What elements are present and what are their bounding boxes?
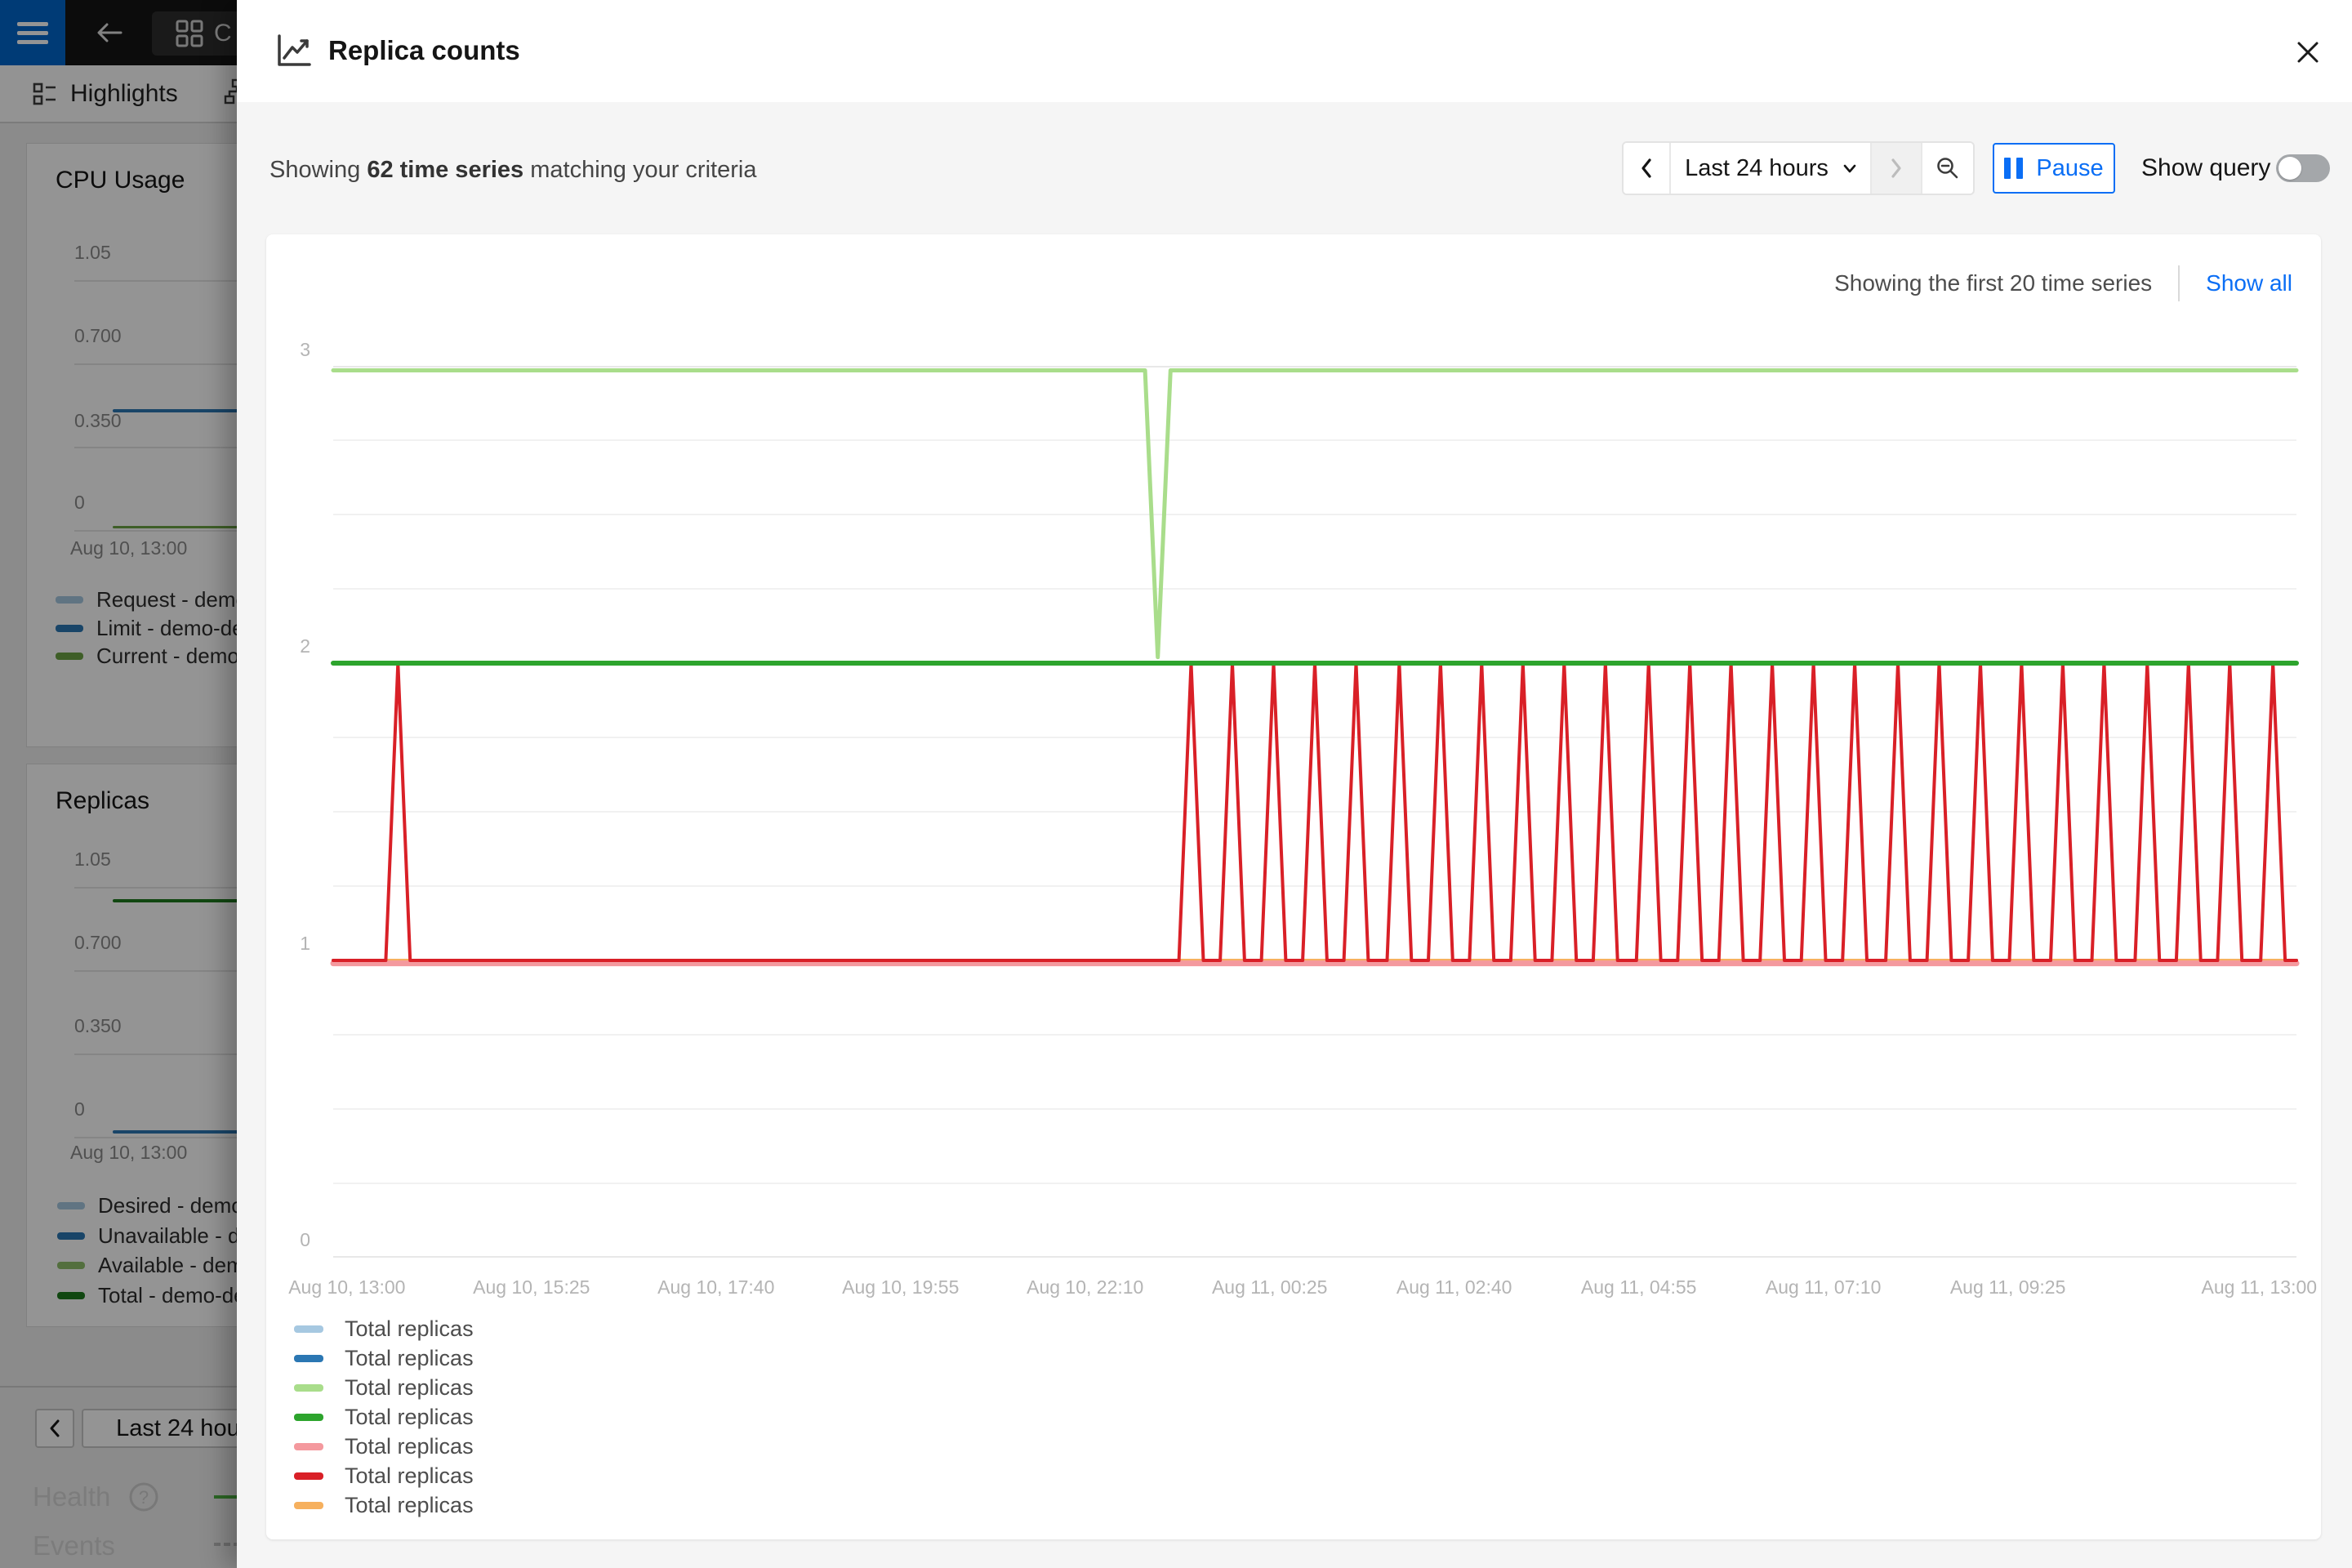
close-button[interactable] xyxy=(2288,33,2328,72)
series-count-text: Showing 62 time series matching your cri… xyxy=(270,157,756,184)
drawer-title: Replica counts xyxy=(328,35,520,66)
close-icon xyxy=(2294,38,2322,66)
legend-swatch xyxy=(294,1384,323,1392)
x-axis-tick: Aug 11, 09:25 xyxy=(1950,1276,2066,1298)
legend-label: Total replicas xyxy=(345,1434,474,1459)
time-range-control-group: Last 24 hours xyxy=(1622,141,1975,195)
time-back-button[interactable] xyxy=(1624,143,1671,194)
legend-label: Total replicas xyxy=(345,1375,474,1401)
x-axis-tick: Aug 10, 22:10 xyxy=(1027,1276,1143,1298)
legend-swatch xyxy=(294,1355,323,1362)
legend-label: Total replicas xyxy=(345,1405,474,1430)
legend-label: Total replicas xyxy=(345,1493,474,1518)
show-all-link[interactable]: Show all xyxy=(2206,270,2292,296)
chart-card: Showing the first 20 time series Show al… xyxy=(266,234,2321,1539)
x-axis-labels: Aug 10, 13:00Aug 10, 15:25Aug 10, 17:40A… xyxy=(333,1276,2296,1301)
legend-item[interactable]: Total replicas xyxy=(294,1461,474,1490)
x-axis-tick: Aug 11, 07:10 xyxy=(1766,1276,1882,1298)
y-axis-tick: 0 xyxy=(274,1229,310,1251)
legend-label: Total replicas xyxy=(345,1346,474,1371)
show-query-toggle[interactable] xyxy=(2276,154,2330,182)
chart-canvas xyxy=(333,366,2296,1258)
replica-counts-chart[interactable]: Aug 10, 13:00Aug 10, 15:25Aug 10, 17:40A… xyxy=(333,366,2296,1258)
x-axis-tick: Aug 10, 19:55 xyxy=(842,1276,959,1298)
line-chart-icon xyxy=(273,31,312,70)
legend-item[interactable]: Total replicas xyxy=(294,1314,474,1343)
x-axis-tick: Aug 10, 15:25 xyxy=(473,1276,590,1298)
legend-label: Total replicas xyxy=(345,1463,474,1489)
x-axis-tick: Aug 11, 02:40 xyxy=(1396,1276,1512,1298)
toggle-knob xyxy=(2278,157,2301,180)
legend-item[interactable]: Total replicas xyxy=(294,1373,474,1402)
legend-swatch xyxy=(294,1414,323,1421)
legend-item[interactable]: Total replicas xyxy=(294,1343,474,1373)
replica-counts-drawer: Replica counts Showing 62 time series ma… xyxy=(237,0,2352,1568)
screen: C Highlights xyxy=(0,0,2352,1568)
divider xyxy=(2178,265,2180,301)
chevron-left-icon xyxy=(1640,158,1653,179)
y-axis-tick: 1 xyxy=(274,933,310,955)
legend-item[interactable]: Total replicas xyxy=(294,1490,474,1520)
legend-label: Total replicas xyxy=(345,1316,474,1342)
y-axis-tick: 3 xyxy=(274,339,310,361)
y-axis-tick: 2 xyxy=(274,635,310,657)
legend-item[interactable]: Total replicas xyxy=(294,1432,474,1461)
caret-down-icon xyxy=(1843,164,1856,173)
x-axis-tick: Aug 10, 17:40 xyxy=(657,1276,774,1298)
x-axis-tick: Aug 11, 13:00 xyxy=(2202,1276,2318,1298)
legend-swatch xyxy=(294,1502,323,1509)
show-query-label: Show query xyxy=(2141,154,2270,182)
drawer-header: Replica counts xyxy=(237,0,2352,102)
time-range-dropdown[interactable]: Last 24 hours xyxy=(1671,143,1872,194)
first-20-series-text: Showing the first 20 time series xyxy=(1834,270,2152,296)
pause-button[interactable]: Pause xyxy=(1993,143,2115,194)
chevron-right-icon xyxy=(1890,158,1903,179)
pause-icon xyxy=(2004,158,2023,179)
zoom-out-icon xyxy=(1936,156,1960,180)
chart-legend: Total replicas Total replicas Total replic… xyxy=(294,1314,474,1520)
legend-swatch xyxy=(294,1443,323,1450)
zoom-out-button[interactable] xyxy=(1922,143,1973,194)
x-axis-tick: Aug 11, 00:25 xyxy=(1212,1276,1328,1298)
x-axis-tick: Aug 11, 04:55 xyxy=(1581,1276,1697,1298)
legend-swatch xyxy=(294,1472,323,1480)
time-forward-button[interactable] xyxy=(1872,143,1922,194)
x-axis-tick: Aug 10, 13:00 xyxy=(288,1276,405,1298)
legend-item[interactable]: Total replicas xyxy=(294,1402,474,1432)
legend-swatch xyxy=(294,1325,323,1333)
